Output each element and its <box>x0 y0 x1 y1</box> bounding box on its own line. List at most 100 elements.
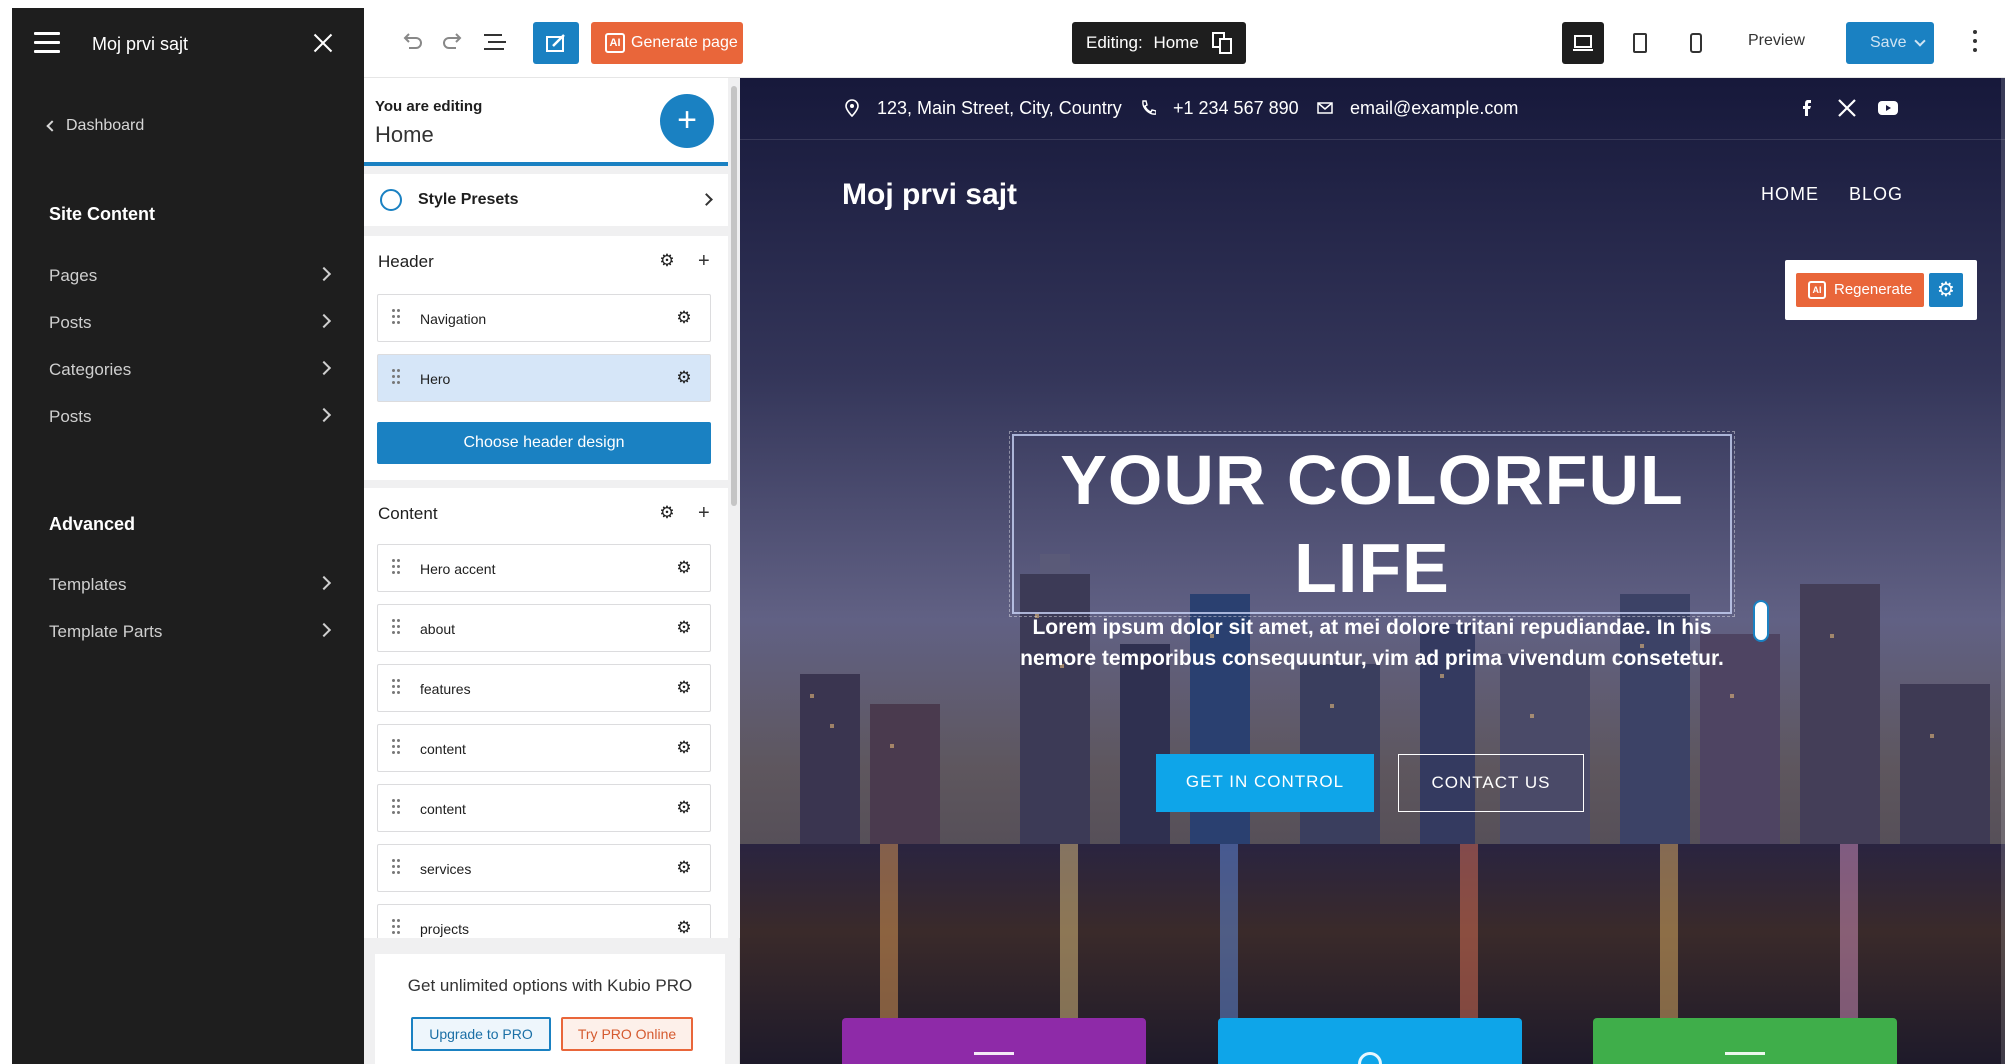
hero-title[interactable]: YOUR COLORFUL LIFE <box>1009 431 1735 617</box>
pro-upsell-text: Get unlimited options with Kubio PRO <box>407 976 693 995</box>
more-options-icon[interactable] <box>1972 30 1978 54</box>
regenerate-toolbar: AI Regenerate ⚙ <box>1785 260 1977 320</box>
mobile-view-button[interactable] <box>1675 22 1717 64</box>
gear-icon[interactable]: ⚙ <box>659 504 675 521</box>
drag-handle-icon[interactable] <box>392 739 400 755</box>
upgrade-to-pro-button[interactable]: Upgrade to PRO <box>411 1017 551 1051</box>
drag-handle-icon[interactable] <box>392 919 400 935</box>
drag-handle-icon[interactable] <box>392 619 400 635</box>
block-about[interactable]: about ⚙ <box>377 604 711 652</box>
preview-button[interactable]: Preview <box>1748 32 1805 50</box>
regenerate-label: Regenerate <box>1834 281 1913 298</box>
gear-icon[interactable]: ⚙ <box>676 679 692 696</box>
drag-handle-icon[interactable] <box>392 309 400 325</box>
gear-icon[interactable]: ⚙ <box>676 559 692 576</box>
sidebar-header: Moj prvi sajt <box>12 8 364 78</box>
edit-mode-button[interactable] <box>533 22 579 64</box>
preview-scrollbar[interactable] <box>2001 78 2005 1064</box>
location-pin-icon <box>845 99 859 117</box>
close-icon[interactable] <box>310 30 336 56</box>
mobile-icon <box>1690 33 1702 53</box>
gear-icon[interactable]: ⚙ <box>676 739 692 756</box>
site-address: 123, Main Street, City, Country <box>877 98 1122 118</box>
resize-handle-icon[interactable] <box>1753 600 1769 642</box>
drag-handle-icon[interactable] <box>392 559 400 575</box>
panel-scrollbar[interactable] <box>728 78 740 938</box>
hero-text[interactable]: Lorem ipsum dolor sit amet, at mei dolor… <box>1012 612 1732 674</box>
choose-header-design-button[interactable]: Choose header design <box>377 422 711 464</box>
desktop-icon <box>1573 35 1593 51</box>
chevron-right-icon <box>316 266 332 282</box>
x-twitter-icon[interactable] <box>1838 99 1856 117</box>
style-presets-row[interactable]: Style Presets <box>364 174 728 226</box>
sidebar-item-template-parts[interactable]: Template Parts <box>49 622 332 652</box>
feature-card[interactable] <box>1218 1018 1522 1064</box>
site-brand[interactable]: Moj prvi sajt <box>842 178 1017 212</box>
nav-home-link[interactable]: HOME <box>1761 184 1819 205</box>
feature-icon <box>974 1052 1014 1064</box>
contact-us-button[interactable]: CONTACT US <box>1398 754 1584 812</box>
editing-label: Editing: <box>1086 33 1143 52</box>
gear-icon[interactable]: ⚙ <box>676 369 692 386</box>
block-content[interactable]: content ⚙ <box>377 724 711 772</box>
site-email[interactable]: email@example.com <box>1350 98 1518 119</box>
drag-handle-icon[interactable] <box>392 679 400 695</box>
plus-icon[interactable]: + <box>698 251 710 271</box>
block-services[interactable]: services ⚙ <box>377 844 711 892</box>
gear-icon[interactable]: ⚙ <box>676 919 692 936</box>
get-in-control-button[interactable]: GET IN CONTROL <box>1156 754 1374 812</box>
page-preview: 123, Main Street, City, Country +1 234 5… <box>740 78 2005 1064</box>
add-block-button[interactable]: + <box>660 94 714 148</box>
list-view-icon[interactable] <box>482 32 508 52</box>
app-window: Moj prvi sajt Dashboard Site Content Pag… <box>0 0 2005 1064</box>
feature-card[interactable] <box>842 1018 1146 1064</box>
block-content-2[interactable]: content ⚙ <box>377 784 711 832</box>
style-presets-label: Style Presets <box>418 191 519 208</box>
block-hero-accent[interactable]: Hero accent ⚙ <box>377 544 711 592</box>
drag-handle-icon[interactable] <box>392 859 400 875</box>
drag-handle-icon[interactable] <box>392 369 400 385</box>
chevron-down-icon[interactable] <box>1914 35 1926 47</box>
nav-blog-link[interactable]: BLOG <box>1849 184 1903 205</box>
gear-icon[interactable]: ⚙ <box>676 799 692 816</box>
save-button[interactable]: Save <box>1846 22 1934 64</box>
you-are-editing-label: You are editing <box>375 98 483 115</box>
scrollbar-thumb[interactable] <box>731 86 737 506</box>
gear-icon[interactable]: ⚙ <box>676 619 692 636</box>
palette-icon <box>380 189 402 211</box>
chevron-right-icon <box>316 575 332 591</box>
menu-icon[interactable] <box>34 32 60 54</box>
redo-icon[interactable] <box>441 32 465 52</box>
gear-icon[interactable]: ⚙ <box>676 309 692 326</box>
block-navigation[interactable]: Navigation ⚙ <box>377 294 711 342</box>
chevron-left-icon <box>46 120 58 132</box>
drag-handle-icon[interactable] <box>392 799 400 815</box>
dashboard-link[interactable]: Dashboard <box>46 117 144 135</box>
undo-icon[interactable] <box>400 32 424 52</box>
block-hero[interactable]: Hero ⚙ <box>377 354 711 402</box>
gear-icon[interactable]: ⚙ <box>659 252 675 269</box>
sidebar-item-categories[interactable]: Categories <box>49 360 332 390</box>
gear-icon[interactable]: ⚙ <box>676 859 692 876</box>
block-label: content <box>420 801 466 817</box>
sidebar-item-posts[interactable]: Posts <box>49 313 332 343</box>
block-features[interactable]: features ⚙ <box>377 664 711 712</box>
plus-icon[interactable]: + <box>698 503 710 523</box>
block-projects[interactable]: projects ⚙ <box>377 904 711 938</box>
regenerate-button[interactable]: AI Regenerate <box>1796 273 1924 307</box>
facebook-icon[interactable] <box>1798 99 1814 117</box>
gear-icon[interactable]: ⚙ <box>1929 273 1963 307</box>
editing-page-selector[interactable]: Editing: Home <box>1072 22 1246 64</box>
sidebar-item-pages[interactable]: Pages <box>49 266 332 296</box>
desktop-view-button[interactable] <box>1562 22 1604 64</box>
block-label: about <box>420 621 456 637</box>
generate-page-button[interactable]: AI Generate page <box>591 22 743 64</box>
sidebar-item-templates[interactable]: Templates <box>49 575 332 605</box>
editing-header: You are editing Home + <box>364 78 728 166</box>
tablet-view-button[interactable] <box>1619 22 1661 64</box>
youtube-icon[interactable] <box>1877 99 1899 117</box>
sidebar-item-posts-2[interactable]: Posts <box>49 407 332 437</box>
current-page-name: Home <box>375 122 434 147</box>
feature-card[interactable] <box>1593 1018 1897 1064</box>
try-pro-online-button[interactable]: Try PRO Online <box>561 1017 693 1051</box>
